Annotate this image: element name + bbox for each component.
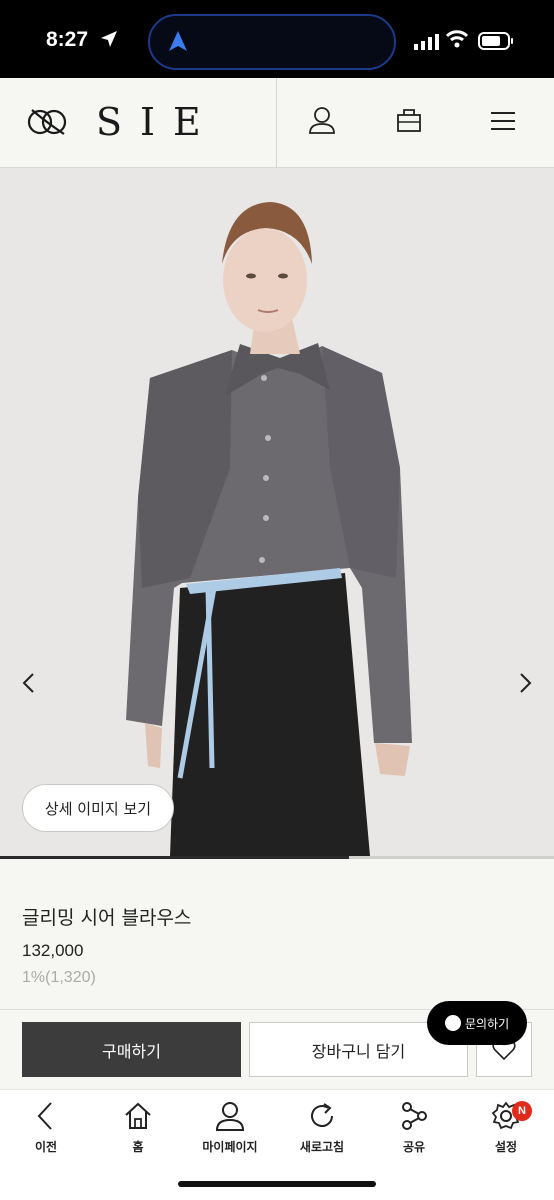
back-icon (37, 1102, 52, 1130)
product-photo (0, 168, 554, 856)
home-icon (125, 1102, 151, 1129)
brand-name[interactable]: SIE (96, 100, 219, 144)
menu-icon[interactable] (490, 110, 516, 132)
status-time: 8:27 (46, 28, 89, 51)
tab-back[interactable]: 이전 (0, 1100, 92, 1160)
next-image-arrow-icon[interactable] (510, 668, 540, 698)
site-header: SIE (0, 78, 554, 168)
buy-button[interactable]: 구매하기 (22, 1022, 241, 1077)
view-detail-images-button[interactable]: 상세 이미지 보기 (22, 784, 174, 832)
refresh-icon (311, 1103, 333, 1127)
tab-refresh[interactable]: 새로고침 (276, 1100, 368, 1160)
tab-refresh-label: 새로고침 (299, 1140, 345, 1154)
location-arrow-icon (101, 31, 117, 47)
status-bar: 8:27 (0, 0, 554, 78)
bag-icon[interactable] (396, 106, 422, 134)
user-icon (215, 1102, 245, 1131)
tab-mypage[interactable]: 마이페이지 (184, 1100, 276, 1160)
wifi-icon (446, 30, 468, 48)
brand-logo-icon (445, 1015, 461, 1031)
inquiry-button[interactable]: 문의하기 (427, 1001, 527, 1045)
tab-home-label: 홈 (132, 1140, 144, 1154)
battery-icon (478, 32, 513, 50)
settings-notification-badge: N (512, 1101, 532, 1121)
product-title: 글리밍 시어 블라우스 (22, 907, 192, 929)
share-icon (402, 1102, 427, 1130)
product-points: 1%(1,320) (22, 969, 96, 986)
navigation-icon (169, 31, 187, 51)
product-price: 132,000 (22, 941, 84, 960)
tab-mypage-label: 마이페이지 (202, 1140, 258, 1154)
tab-settings[interactable]: 설정 (460, 1100, 552, 1160)
prev-image-arrow-icon[interactable] (14, 668, 44, 698)
home-indicator (178, 1181, 376, 1187)
user-icon[interactable] (308, 106, 336, 136)
inquiry-label: 문의하기 (465, 1016, 510, 1031)
product-info: 글리밍 시어 블라우스 132,000 1%(1,320) (0, 859, 554, 1009)
dynamic-island (148, 14, 396, 70)
tab-share-label: 공유 (402, 1140, 426, 1154)
signal-icon (414, 34, 439, 50)
tab-settings-label: 설정 (494, 1140, 518, 1154)
tab-home[interactable]: 홈 (92, 1100, 184, 1160)
brand-logo-mark[interactable] (26, 100, 70, 144)
tab-share[interactable]: 공유 (368, 1100, 460, 1160)
product-image-gallery[interactable] (0, 168, 554, 856)
tab-back-label: 이전 (34, 1140, 58, 1154)
header-divider (276, 78, 277, 168)
